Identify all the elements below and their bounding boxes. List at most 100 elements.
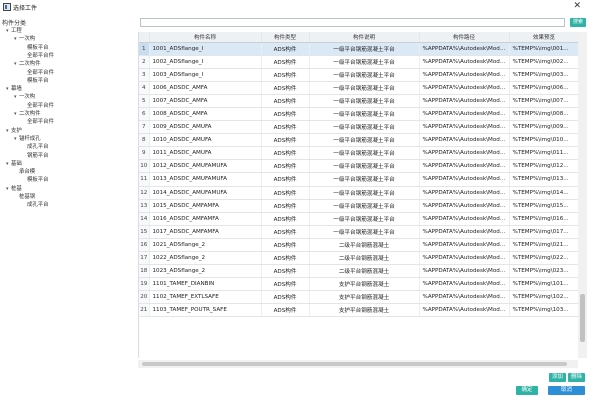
cell-type: ADS构件 (261, 186, 310, 200)
cell-type: ADS构件 (261, 251, 310, 266)
cell-type: ADS构件 (261, 238, 310, 253)
table-row[interactable]: 3 1003_ADSflange_I ADS构件 一级平台钢筋混凝土平台 %APPDAT… (139, 68, 578, 82)
tree-node[interactable]: ▾ 工程 (6, 28, 22, 34)
tree-node-label: 全部平台件 (27, 52, 54, 59)
cell-preview: %TEMP%\img\102... (509, 290, 578, 305)
tree-node-label: 全部平台件 (27, 102, 54, 109)
table-row[interactable]: 20 1102_TAMEF_EXTLSAFE ADS构件 支护平台钢筋混凝土 %APPD… (139, 290, 578, 305)
table-row[interactable]: 13 1015_ADSDC_AMFAMFA ADS构件 一级平台钢筋混凝土平台 %APP… (139, 199, 578, 213)
table-row[interactable]: 17 1022_ADSflange_2 ADS构件 二级平台钢筋混凝土 %APPDATA… (139, 251, 578, 266)
horizontal-scroll-thumb[interactable] (142, 362, 567, 366)
tree-node[interactable]: 全部平台件 (22, 103, 54, 109)
tree-node-label: 一次构 (19, 36, 36, 43)
cell-preview: %TEMP%\img\003... (509, 68, 578, 82)
table-row[interactable]: 1 1001_ADSflange_I ADS构件 一级平台钢筋混凝土平台 %APPDAT… (139, 42, 578, 56)
cell-description: 支护平台钢筋混凝土 (309, 290, 420, 305)
tree-node[interactable]: 全部平台件 (22, 119, 54, 125)
delete-button[interactable]: 删除 (568, 373, 585, 382)
cell-path: %APPDATA%\Autodesk\Model\Dir\_015_... (419, 199, 510, 213)
cell-type: ADS构件 (261, 277, 310, 292)
confirm-button[interactable]: 确定 (516, 386, 538, 395)
tree-node[interactable]: 全部平台件 (22, 53, 54, 59)
vertical-scrollbar[interactable] (578, 32, 587, 358)
row-index: 20 (139, 290, 150, 305)
search-button[interactable]: 搜索 (570, 18, 586, 27)
table-row[interactable]: 2 1002_ADSflange_I ADS构件 一级平台钢筋混凝土平台 %APPDAT… (139, 55, 578, 69)
tree-node[interactable]: 成孔平台 (22, 202, 49, 208)
tree-node[interactable]: ▾ 一次构 (14, 36, 35, 42)
table-row[interactable]: 21 1103_TAMEF_POUTR_SAFE ADS构件 支护平台钢筋混凝土 %AP… (139, 303, 578, 318)
header-name[interactable]: 构件名称 (149, 32, 262, 43)
tree-node[interactable]: 模板平台 (22, 78, 49, 84)
cell-path: %APPDATA%\Autodesk\Model\Dir\_021_... (419, 238, 510, 253)
table-row[interactable]: 14 1016_ADSDC_AMFAMFA ADS构件 一级平台钢筋混凝土平台 %APP… (139, 212, 578, 226)
table-row[interactable]: 15 1017_ADSDC_AMFAMFA ADS构件 一级平台钢筋混凝土平台 %APP… (139, 225, 578, 239)
tree-node[interactable]: ▾ 基础 (6, 161, 22, 167)
cell-preview: %TEMP%\img\009... (509, 120, 578, 135)
header-path[interactable]: 构件路径 (419, 32, 510, 43)
tree-node[interactable]: ▾ 锚杆成孔 (14, 136, 41, 142)
tree-node-label: 桩基钢 (19, 194, 36, 200)
table-row[interactable]: 18 1023_ADSflange_2 ADS构件 二级平台钢筋混凝土 %APPDATA… (139, 264, 578, 279)
tree-node[interactable]: 成孔平台 (22, 144, 49, 150)
tree-node[interactable]: 模板平台 (22, 45, 49, 51)
tree-node[interactable]: ▾ 支护 (6, 128, 22, 134)
tree-node[interactable]: 模板平台 (22, 177, 49, 183)
cell-path: %APPDATA%\Autodesk\Model\Dir\_014_... (419, 186, 510, 200)
cell-description: 二级平台钢筋混凝土 (309, 251, 420, 266)
cell-preview: %TEMP%\img\010... (509, 133, 578, 148)
window-title: 选择工件 (13, 5, 38, 12)
tree-node-label: 桩基 (11, 185, 22, 192)
cell-preview: %TEMP%\img\014... (509, 186, 578, 200)
table-row[interactable]: 4 1006_ADSDC_AMFA ADS构件 一级平台钢筋混凝土平台 %APPDATA… (139, 81, 578, 95)
row-index: 19 (139, 277, 150, 292)
cell-name: 1015_ADSDC_AMFAMFA (149, 199, 262, 213)
cell-type: ADS构件 (261, 290, 310, 305)
app-window-icon (3, 3, 11, 11)
table-row[interactable]: 9 1011_ADSDC_AMUFA ADS构件 一级平台钢筋混凝土平台 %APPDAT… (139, 146, 578, 161)
table-row[interactable]: 11 1013_ADSDC_AMUFAMUFA ADS构件 一级平台钢筋混凝土平台 %A… (139, 172, 578, 187)
table-row[interactable]: 6 1008_ADSDC_AMFA ADS构件 一级平台钢筋混凝土平台 %APPDATA… (139, 107, 578, 122)
cell-preview: %TEMP%\img\022... (509, 251, 578, 266)
tree-node[interactable]: ▾ 一次构 (14, 94, 35, 100)
table-row[interactable]: 5 1007_ADSDC_AMFA ADS构件 一级平台钢筋混凝土平台 %APPDATA… (139, 94, 578, 108)
tree-node-label: 成孔平台 (27, 144, 49, 151)
tree-node[interactable]: ▾ 二次构件 (14, 111, 41, 117)
table-row[interactable]: 12 1014_ADSDC_AMUFAMUFA ADS构件 一级平台钢筋混凝土平台 %A… (139, 186, 578, 200)
tree-node[interactable]: 桩基钢 (14, 194, 35, 200)
cell-type: ADS构件 (261, 133, 310, 148)
cell-preview: %TEMP%\img\011... (509, 146, 578, 161)
close-icon[interactable]: ✕ (573, 1, 581, 11)
header-type[interactable]: 构件类型 (261, 32, 310, 43)
tree-node[interactable]: ▾ 桩基 (6, 186, 22, 192)
tree-node[interactable]: 承台模 (14, 169, 35, 175)
cell-description: 一级平台钢筋混凝土平台 (309, 94, 420, 108)
table-row[interactable]: 19 1101_TAMEF_DIANBIN ADS构件 支护平台钢筋混凝土 %APPDA… (139, 277, 578, 292)
search-input[interactable] (140, 18, 565, 27)
table-row[interactable]: 16 1021_ADSflange_2 ADS构件 二级平台钢筋混凝土 %APPDATA… (139, 238, 578, 253)
tree-node-label: 工程 (11, 28, 22, 34)
cell-type: ADS构件 (261, 68, 310, 82)
horizontal-scrollbar[interactable] (138, 360, 578, 368)
add-button[interactable]: 添加 (549, 373, 566, 382)
tree-node[interactable]: 全部平台件 (22, 70, 54, 76)
tree-node[interactable]: ▾ 幕墙 (6, 86, 22, 92)
tree-node-label: 锚杆成孔 (19, 135, 41, 142)
tree-node[interactable]: ▾ 二次构件 (14, 61, 41, 67)
cell-type: ADS构件 (261, 120, 310, 135)
tree-node-label: 承台模 (19, 169, 36, 176)
table-row[interactable]: 7 1009_ADSDC_AMUFA ADS构件 一级平台钢筋混凝土平台 %APPDAT… (139, 120, 578, 135)
row-index: 5 (139, 94, 150, 108)
cancel-button[interactable]: 取消 (548, 386, 585, 395)
tree-node-label: 二次构件 (19, 61, 41, 68)
cell-name: 1011_ADSDC_AMUFA (149, 146, 262, 161)
component-table: 构件名称 构件类型 构件说明 构件路径 效果预览 1 1001_ADSflange… (138, 32, 578, 358)
cell-name: 1007_ADSDC_AMFA (149, 94, 262, 108)
vertical-scroll-thumb[interactable] (580, 294, 585, 342)
tree-node[interactable]: 钢筋平台 (22, 153, 49, 159)
header-description[interactable]: 构件说明 (309, 32, 420, 43)
header-preview[interactable]: 效果预览 (509, 32, 578, 43)
row-index: 21 (139, 303, 150, 318)
table-row[interactable]: 10 1012_ADSDC_AMUFAMUFA ADS构件 一级平台钢筋混凝土平台 %A… (139, 159, 578, 174)
table-row[interactable]: 8 1010_ADSDC_AMUFA ADS构件 一级平台钢筋混凝土平台 %APPDAT… (139, 133, 578, 148)
